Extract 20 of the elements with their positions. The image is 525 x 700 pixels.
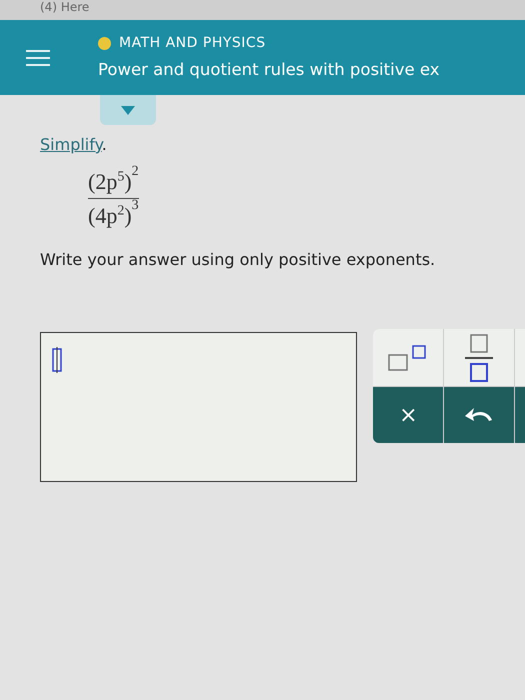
- browser-tab-title[interactable]: (4) Here: [40, 0, 90, 14]
- fraction-icon: [463, 334, 496, 382]
- numerator-expression: (2p$^{5}$)$^{2}$: [88, 165, 139, 196]
- exponent-icon: [388, 344, 428, 370]
- caret-icon: [121, 106, 135, 114]
- topic-title: Power and quotient rules with positive ex: [98, 58, 440, 81]
- exponent-key[interactable]: [373, 329, 444, 386]
- undo-icon: [464, 407, 494, 424]
- dropdown-toggle-button[interactable]: [100, 95, 156, 125]
- cursor-icon: [51, 347, 63, 373]
- denominator-expression: (4p$^{2}$)$^{3}$: [88, 199, 139, 230]
- status-dot: [98, 36, 111, 50]
- undo-key[interactable]: [444, 387, 514, 443]
- fraction-key[interactable]: [444, 329, 514, 386]
- period-text: .: [102, 135, 107, 154]
- instruction-text: Write your answer using only positive exponents.: [40, 249, 436, 271]
- category-label: MATH AND PHYSICS: [119, 34, 266, 53]
- simplify-link[interactable]: Simplify: [40, 135, 102, 154]
- answer-field[interactable]: [40, 332, 358, 482]
- clear-key[interactable]: ×: [373, 387, 444, 443]
